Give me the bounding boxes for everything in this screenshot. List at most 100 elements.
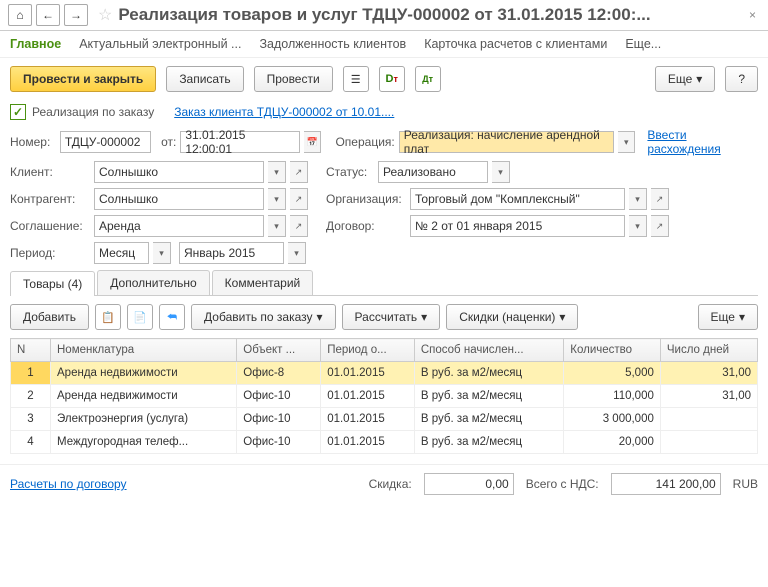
status-dropdown[interactable]: ▾ [492,161,510,183]
cell-period: 01.01.2015 [321,431,415,454]
calc-button[interactable]: Рассчитать ▾ [342,304,441,330]
operation-label: Операция: [335,135,394,149]
from-label: от: [161,135,176,149]
agreement-label: Соглашение: [10,219,90,233]
cell-qty: 5,000 [564,362,661,385]
operation-dropdown[interactable]: ▾ [618,131,635,153]
org-open-button[interactable]: ↗ [651,188,669,210]
forward-button[interactable]: → [64,4,88,26]
cell-nom: Аренда недвижимости [51,385,237,408]
period-type-dropdown[interactable]: ▾ [153,242,171,264]
col-n[interactable]: N [11,339,51,362]
tab-more[interactable]: Еще... [625,37,661,51]
contract-open-button[interactable]: ↗ [651,215,669,237]
table-row[interactable]: 3Электроэнергия (услуга)Офис-1001.01.201… [11,408,758,431]
cell-period: 01.01.2015 [321,385,415,408]
cell-nom: Аренда недвижимости [51,362,237,385]
order-checkbox[interactable]: ✓ [10,104,26,120]
dtkt-icon-button[interactable]: Dт [379,66,405,92]
favorite-star-icon[interactable]: ☆ [98,5,112,25]
period-type-field[interactable]: Месяц [94,242,149,264]
org-dropdown[interactable]: ▾ [629,188,647,210]
post-and-close-button[interactable]: Провести и закрыть [10,66,156,92]
cell-period: 01.01.2015 [321,362,415,385]
tab-card[interactable]: Карточка расчетов с клиентами [424,37,607,51]
period-value-dropdown[interactable]: ▾ [288,242,306,264]
status-field[interactable]: Реализовано [378,161,488,183]
table-row[interactable]: 1Аренда недвижимостиОфис-801.01.2015В ру… [11,362,758,385]
write-button[interactable]: Записать [166,66,243,92]
discount-field[interactable]: 0,00 [424,473,514,495]
discount-label: Скидка: [369,477,412,491]
client-open-button[interactable]: ↗ [290,161,308,183]
col-period[interactable]: Период о... [321,339,415,362]
col-days[interactable]: Число дней [660,339,757,362]
cell-n: 3 [11,408,51,431]
tab-debt[interactable]: Задолженность клиентов [259,37,406,51]
agreement-open-button[interactable]: ↗ [290,215,308,237]
contractor-dropdown[interactable]: ▾ [268,188,286,210]
date-picker-button[interactable]: 📅 [304,131,321,153]
cell-obj: Офис-8 [237,362,321,385]
share-button[interactable]: ⮪ [159,304,185,330]
order-link[interactable]: Заказ клиента ТДЦУ-000002 от 10.01.... [174,105,394,119]
table-row[interactable]: 4Междугородная телеф...Офис-1001.01.2015… [11,431,758,454]
discounts-button[interactable]: Скидки (наценки) ▾ [446,304,578,330]
help-button[interactable]: ? [725,66,758,92]
post-button[interactable]: Провести [254,66,333,92]
agreement-dropdown[interactable]: ▾ [268,215,286,237]
cell-obj: Офис-10 [237,431,321,454]
back-button[interactable]: ← [36,4,60,26]
org-field[interactable]: Торговый дом "Комплексный" [410,188,625,210]
client-dropdown[interactable]: ▾ [268,161,286,183]
add-row-button[interactable]: Добавить [10,304,89,330]
cell-obj: Офис-10 [237,385,321,408]
tab-main[interactable]: Главное [10,37,61,51]
tab-goods[interactable]: Товары (4) [10,271,95,296]
cell-days [660,408,757,431]
contractor-open-button[interactable]: ↗ [290,188,308,210]
org-label: Организация: [326,192,406,206]
tab-additional[interactable]: Дополнительно [97,270,209,295]
cell-qty: 110,000 [564,385,661,408]
agreement-field[interactable]: Аренда [94,215,264,237]
copy-button[interactable]: 📋 [95,304,121,330]
cell-n: 1 [11,362,51,385]
contract-calc-link[interactable]: Расчеты по договору [10,477,127,491]
contract-dropdown[interactable]: ▾ [629,215,647,237]
contract-field[interactable]: № 2 от 01 января 2015 [410,215,625,237]
cell-method: В руб. за м2/месяц [414,362,563,385]
cell-days: 31,00 [660,362,757,385]
dtkt2-icon-button[interactable]: Дт [415,66,441,92]
client-field[interactable]: Солнышко [94,161,264,183]
cell-method: В руб. за м2/месяц [414,385,563,408]
list-button[interactable]: 📄 [127,304,153,330]
enter-diff-link[interactable]: Ввести расхождения [647,128,758,156]
cell-qty: 3 000,000 [564,408,661,431]
close-button[interactable]: × [745,8,760,22]
contractor-field[interactable]: Солнышко [94,188,264,210]
period-value-field[interactable]: Январь 2015 [179,242,284,264]
cell-n: 4 [11,431,51,454]
table-row[interactable]: 2Аренда недвижимостиОфис-1001.01.2015В р… [11,385,758,408]
col-qty[interactable]: Количество [564,339,661,362]
grid-more-button[interactable]: Еще ▾ [698,304,758,330]
number-field[interactable]: ТДЦУ-000002 [60,131,151,153]
col-nom[interactable]: Номенклатура [51,339,237,362]
operation-field[interactable]: Реализация: начисление арендной плат [399,131,614,153]
tab-comment[interactable]: Комментарий [212,270,314,295]
number-label: Номер: [10,135,56,149]
cell-nom: Электроэнергия (услуга) [51,408,237,431]
client-label: Клиент: [10,165,90,179]
home-button[interactable]: ⌂ [8,4,32,26]
print-icon-button[interactable]: ☰ [343,66,369,92]
tab-edoc[interactable]: Актуальный электронный ... [79,37,241,51]
more-button[interactable]: Еще ▾ [655,66,715,92]
status-label: Статус: [326,165,374,179]
cell-days: 31,00 [660,385,757,408]
date-field[interactable]: 31.01.2015 12:00:01 [180,131,300,153]
add-by-order-button[interactable]: Добавить по заказу ▾ [191,304,336,330]
currency-label: RUB [733,477,758,491]
col-obj[interactable]: Объект ... [237,339,321,362]
col-method[interactable]: Способ начислен... [414,339,563,362]
